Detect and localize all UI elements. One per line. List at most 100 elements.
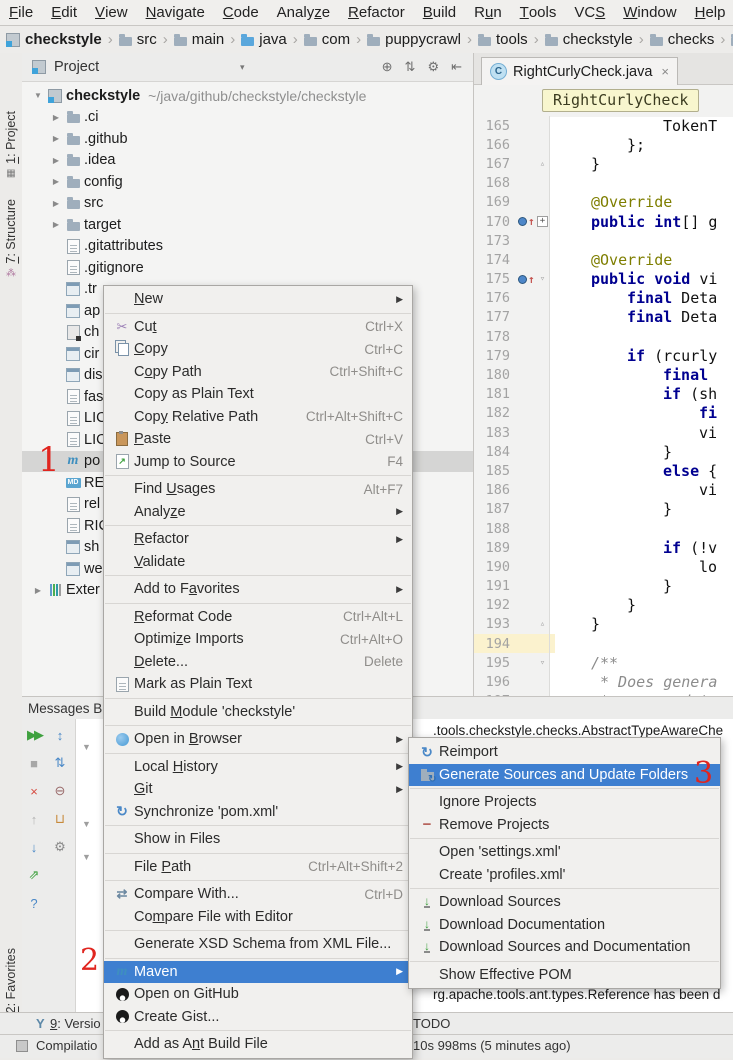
tree-item--idea[interactable]: ▶.idea — [22, 150, 474, 172]
menubar-item-edit[interactable]: Edit — [42, 0, 86, 25]
menu-item-generate-sources-and-update-folders[interactable]: Generate Sources and Update Folders — [409, 764, 720, 787]
fold-down-icon[interactable]: ▿ — [536, 270, 550, 289]
menubar-item-analyze[interactable]: Analyze — [268, 0, 339, 25]
menu-item-jump-to-source[interactable]: Jump to SourceF4 — [104, 451, 412, 474]
menu-item-compare-file-with-editor[interactable]: Compare File with Editor — [104, 906, 412, 929]
menubar-item-run[interactable]: Run — [465, 0, 511, 25]
settings-icon[interactable]: ⚙ — [427, 59, 439, 75]
rerun-icon[interactable]: ▶▶ — [24, 725, 44, 745]
tree-item--ci[interactable]: ▶.ci — [22, 107, 474, 129]
menubar-item-refactor[interactable]: Refactor — [339, 0, 414, 25]
breadcrumb-item[interactable]: src — [119, 31, 157, 48]
menu-item-open-settings-xml-[interactable]: Open 'settings.xml' — [409, 841, 720, 864]
tab-version-control[interactable]: 9: Versio — [50, 1016, 101, 1031]
menu-item-generate-xsd-schema-from-xml-file-[interactable]: Generate XSD Schema from XML File... — [104, 933, 412, 956]
menu-item-refactor[interactable]: Refactor▶ — [104, 528, 412, 551]
tree-item-checkstyle[interactable]: ▼checkstyle~/java/github/checkstyle/chec… — [22, 85, 474, 107]
menu-item-optimize-imports[interactable]: Optimize ImportsCtrl+Alt+O — [104, 628, 412, 651]
chevron-right-icon[interactable]: ▶ — [48, 134, 64, 143]
breadcrumb-item[interactable]: com — [304, 31, 350, 48]
tree-item--gitattributes[interactable]: .gitattributes — [22, 236, 474, 258]
close-icon[interactable]: × — [24, 781, 44, 801]
stripe-tab-7-structure[interactable]: 7: Structure⁂ — [0, 199, 22, 321]
menu-item-synchronize-pom-xml-[interactable]: Synchronize 'pom.xml' — [104, 801, 412, 824]
tree-expander-icon[interactable]: ▼ — [82, 742, 91, 752]
menu-item-delete-[interactable]: Delete...Delete — [104, 651, 412, 674]
fold-down-icon[interactable]: ▿ — [536, 653, 550, 672]
menu-item-add-as-ant-build-file[interactable]: Add as Ant Build File — [104, 1033, 412, 1056]
chevron-right-icon[interactable]: ▶ — [48, 113, 64, 122]
chevron-right-icon[interactable]: ▶ — [48, 177, 64, 186]
chevron-down-icon[interactable]: ▼ — [30, 91, 46, 100]
menu-item-reformat-code[interactable]: Reformat CodeCtrl+Alt+L — [104, 606, 412, 629]
tree-expander-icon[interactable]: ▼ — [82, 819, 91, 829]
breadcrumb-item[interactable]: main — [174, 31, 225, 48]
menu-item-compare-with-[interactable]: Compare With...Ctrl+D — [104, 883, 412, 906]
breadcrumb-item[interactable]: checkstyle — [6, 31, 102, 48]
chevron-right-icon[interactable]: ▶ — [48, 220, 64, 229]
collapse-all-icon[interactable]: ⇅ — [50, 753, 70, 773]
fold-plus-icon[interactable]: + — [536, 212, 550, 231]
menu-item-open-on-github[interactable]: Open on GitHub — [104, 983, 412, 1006]
menu-item-show-effective-pom[interactable]: Show Effective POM — [409, 964, 720, 987]
tree-item--github[interactable]: ▶.github — [22, 128, 474, 150]
import-icon[interactable]: ⊔ — [50, 809, 70, 829]
suspend-icon[interactable]: ⊖ — [50, 781, 70, 801]
menu-item-build-module-checkstyle-[interactable]: Build Module 'checkstyle' — [104, 701, 412, 724]
breadcrumb-item[interactable]: tools — [478, 31, 528, 48]
menu-item-copy-as-plain-text[interactable]: Copy as Plain Text — [104, 383, 412, 406]
menubar-item-view[interactable]: View — [86, 0, 137, 25]
locate-icon[interactable]: ⊕ — [382, 59, 393, 75]
menu-item-validate[interactable]: Validate — [104, 551, 412, 574]
menu-item-reimport[interactable]: Reimport — [409, 741, 720, 764]
chevron-down-icon[interactable]: ▾ — [240, 62, 245, 73]
tree-item--gitignore[interactable]: .gitignore — [22, 257, 474, 279]
menubar-item-code[interactable]: Code — [214, 0, 268, 25]
breadcrumb-item[interactable]: java — [241, 31, 287, 48]
code-area[interactable]: 165TokenT166};167▵}168169@Override170↑+p… — [474, 116, 733, 696]
menubar-item-file[interactable]: File — [0, 0, 42, 25]
menu-item-download-documentation[interactable]: Download Documentation — [409, 914, 720, 937]
breadcrumb-item[interactable]: checks — [650, 31, 715, 48]
export-icon[interactable]: ⇗ — [24, 865, 44, 885]
settings-wrench-icon[interactable]: ⚙ — [50, 837, 70, 857]
menu-item-add-to-favorites[interactable]: Add to Favorites▶ — [104, 578, 412, 601]
menu-item-remove-projects[interactable]: Remove Projects — [409, 814, 720, 837]
menubar-item-help[interactable]: Help — [686, 0, 733, 25]
tree-item-src[interactable]: ▶src — [22, 193, 474, 215]
hide-icon[interactable]: ⇤ — [451, 59, 462, 75]
editor-tab[interactable]: C RightCurlyCheck.java × — [481, 57, 678, 85]
close-icon[interactable]: × — [661, 64, 669, 79]
menu-item-cut[interactable]: CutCtrl+X — [104, 316, 412, 339]
menu-item-show-in-files[interactable]: Show in Files — [104, 828, 412, 851]
menu-item-local-history[interactable]: Local History▶ — [104, 756, 412, 779]
project-views-icon[interactable] — [32, 60, 46, 74]
breadcrumb-item[interactable]: puppycrawl — [367, 31, 461, 48]
menu-item-mark-as-plain-text[interactable]: Mark as Plain Text — [104, 673, 412, 696]
menubar-item-build[interactable]: Build — [414, 0, 465, 25]
chevron-right-icon[interactable]: ▶ — [48, 156, 64, 165]
chevron-right-icon[interactable]: ▶ — [30, 586, 46, 595]
menu-item-download-sources-and-documentation[interactable]: Download Sources and Documentation — [409, 936, 720, 959]
menu-item-git[interactable]: Git▶ — [104, 778, 412, 801]
help-icon[interactable]: ? — [24, 893, 44, 913]
fold-up-icon[interactable]: ▵ — [536, 615, 550, 634]
tab-todo[interactable]: TODO — [413, 1016, 450, 1031]
collapse-all-icon[interactable]: ⇅ — [405, 59, 416, 75]
menu-item-new[interactable]: New▶ — [104, 288, 412, 311]
stop-icon[interactable]: ■ — [24, 753, 44, 773]
override-gutter-icon[interactable]: ↑ — [518, 212, 536, 231]
menu-item-create-profiles-xml-[interactable]: Create 'profiles.xml' — [409, 864, 720, 887]
up-icon[interactable]: ↑ — [24, 809, 44, 829]
tree-item-config[interactable]: ▶config — [22, 171, 474, 193]
menu-item-copy-path[interactable]: Copy PathCtrl+Shift+C — [104, 361, 412, 384]
tree-expander-icon[interactable]: ▼ — [82, 852, 91, 862]
menu-item-analyze[interactable]: Analyze▶ — [104, 501, 412, 524]
menu-item-open-in-browser[interactable]: Open in Browser▶ — [104, 728, 412, 751]
menu-item-file-path[interactable]: File PathCtrl+Alt+Shift+2 — [104, 856, 412, 879]
expand-all-icon[interactable]: ↕ — [50, 725, 70, 745]
menu-item-find-usages[interactable]: Find UsagesAlt+F7 — [104, 478, 412, 501]
menu-item-copy[interactable]: CopyCtrl+C — [104, 338, 412, 361]
menubar-item-navigate[interactable]: Navigate — [137, 0, 214, 25]
menu-item-ignore-projects[interactable]: Ignore Projects — [409, 791, 720, 814]
